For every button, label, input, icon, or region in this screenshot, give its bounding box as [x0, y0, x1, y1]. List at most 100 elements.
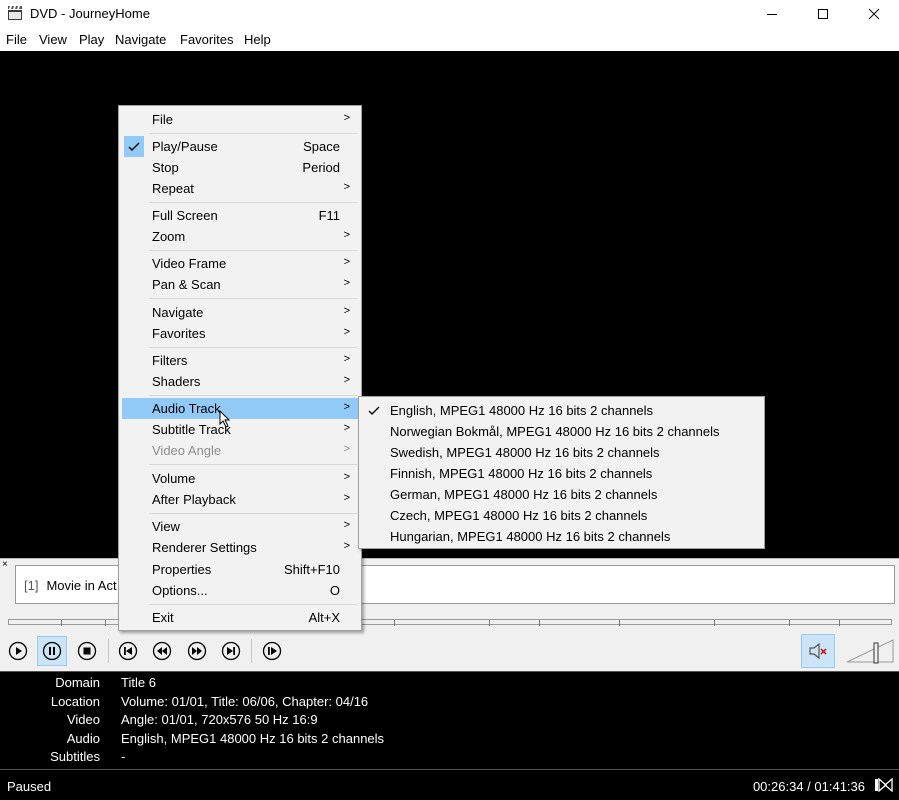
audio-track-label: English, MPEG1 48000 Hz 16 bits 2 channe…	[390, 403, 654, 418]
ctx-volume[interactable]: Volume >	[122, 468, 358, 489]
ctx-separator	[149, 604, 357, 605]
info-label: Subtitles	[50, 749, 100, 764]
ctx-stop[interactable]: Stop Period	[122, 157, 358, 178]
ctx-shortcut: O	[329, 583, 340, 598]
audio-track-hungarian[interactable]: Hungarian, MPEG1 48000 Hz 16 bits 2 chan…	[362, 526, 762, 547]
audio-track-finnish[interactable]: Finnish, MPEG1 48000 Hz 16 bits 2 channe…	[362, 463, 762, 484]
playlist-item-number: [1]	[24, 578, 39, 593]
ctx-label: Volume	[152, 471, 196, 486]
ctx-label: Video Angle	[152, 443, 222, 458]
rewind-icon	[152, 641, 172, 661]
menu-play[interactable]: Play	[79, 32, 104, 47]
playlist-item[interactable]: [1] Movie in Act	[24, 578, 117, 593]
playlist-close-icon[interactable]: ×	[2, 560, 8, 570]
time-display[interactable]: 00:26:34 / 01:41:36	[753, 779, 865, 794]
ctx-play-pause[interactable]: Play/Pause Space	[122, 136, 358, 157]
chevron-right-icon: >	[343, 256, 350, 268]
chevron-right-icon: >	[343, 422, 350, 434]
toolbar-separator	[108, 639, 109, 663]
audio-track-submenu: English, MPEG1 48000 Hz 16 bits 2 channe…	[358, 396, 765, 549]
stop-button[interactable]	[72, 636, 102, 666]
ctx-label: After Playback	[152, 492, 236, 507]
info-row-location: Location Volume: 01/01, Title: 06/06, Ch…	[0, 694, 899, 712]
ctx-label: Navigate	[152, 305, 204, 320]
ctx-properties[interactable]: Properties Shift+F10	[122, 559, 358, 580]
audio-track-czech[interactable]: Czech, MPEG1 48000 Hz 16 bits 2 channels	[362, 505, 762, 526]
close-button[interactable]	[851, 0, 897, 28]
menu-navigate[interactable]: Navigate	[115, 32, 166, 47]
ctx-label: Exit	[152, 610, 174, 625]
skip-back-icon	[118, 641, 138, 661]
ctx-repeat[interactable]: Repeat >	[122, 178, 358, 199]
next-chapter-button[interactable]	[216, 636, 246, 666]
ctx-label: Favorites	[152, 326, 206, 341]
ctx-subtitle-track[interactable]: Subtitle Track >	[122, 419, 358, 440]
ctx-full-screen[interactable]: Full Screen F11	[122, 205, 358, 226]
maximize-button[interactable]	[800, 0, 846, 28]
ctx-navigate[interactable]: Navigate >	[122, 302, 358, 323]
menu-help[interactable]: Help	[244, 32, 271, 47]
info-value: Title 6	[121, 675, 156, 690]
ctx-label: View	[152, 519, 180, 534]
info-label: Domain	[55, 675, 100, 690]
ctx-label: Video Frame	[152, 256, 227, 271]
info-panel: Domain Title 6 Location Volume: 01/01, T…	[0, 671, 899, 769]
chevron-right-icon: >	[343, 353, 350, 365]
audio-track-label: German, MPEG1 48000 Hz 16 bits 2 channel…	[390, 487, 658, 502]
menu-view[interactable]: View	[39, 32, 67, 47]
chevron-right-icon: >	[343, 277, 350, 289]
ctx-label: Stop	[152, 160, 179, 175]
volume-slider[interactable]	[845, 636, 895, 666]
info-value: Volume: 01/01, Title: 06/06, Chapter: 04…	[121, 694, 369, 709]
rewind-button[interactable]	[147, 636, 177, 666]
audio-track-norwegian[interactable]: Norwegian Bokmål, MPEG1 48000 Hz 16 bits…	[362, 421, 762, 442]
pause-button[interactable]	[37, 636, 67, 666]
frame-step-button[interactable]	[257, 636, 287, 666]
chapter-tick	[839, 620, 840, 626]
ctx-pan-scan[interactable]: Pan & Scan >	[122, 274, 358, 295]
ctx-shaders[interactable]: Shaders >	[122, 371, 358, 392]
check-icon	[124, 136, 144, 157]
info-row-audio: Audio English, MPEG1 48000 Hz 16 bits 2 …	[0, 731, 899, 749]
audio-track-swedish[interactable]: Swedish, MPEG1 48000 Hz 16 bits 2 channe…	[362, 442, 762, 463]
mute-button[interactable]	[801, 634, 835, 668]
ctx-label: Properties	[152, 562, 212, 577]
menu-bar: File View Play Navigate Favorites Help	[0, 29, 899, 51]
chapter-tick	[539, 620, 540, 626]
menu-favorites[interactable]: Favorites	[180, 32, 233, 47]
ctx-view[interactable]: View >	[122, 516, 358, 537]
play-button[interactable]	[3, 636, 33, 666]
playback-state: Paused	[7, 779, 52, 794]
fast-forward-button[interactable]	[182, 636, 212, 666]
chevron-right-icon: >	[343, 305, 350, 317]
ctx-renderer-settings[interactable]: Renderer Settings >	[122, 537, 358, 558]
context-menu: File > Play/Pause Space Stop Period Repeat >…	[118, 105, 362, 631]
ctx-label: Shaders	[152, 374, 201, 389]
ctx-options[interactable]: Options... O	[122, 580, 358, 601]
audio-track-label: Hungarian, MPEG1 48000 Hz 16 bits 2 chan…	[390, 529, 671, 544]
ctx-after-playback[interactable]: After Playback >	[122, 489, 358, 510]
info-label: Location	[50, 694, 100, 709]
info-label: Audio	[66, 731, 100, 746]
ctx-zoom[interactable]: Zoom >	[122, 226, 358, 247]
ctx-label: Filters	[152, 353, 188, 368]
previous-chapter-button[interactable]	[113, 636, 143, 666]
audio-track-german[interactable]: German, MPEG1 48000 Hz 16 bits 2 channel…	[362, 484, 762, 505]
ctx-favorites[interactable]: Favorites >	[122, 323, 358, 344]
chapter-tick	[714, 620, 715, 626]
chapter-tick	[105, 620, 106, 626]
menu-file[interactable]: File	[6, 32, 27, 47]
app-clapperboard-icon[interactable]	[7, 5, 23, 21]
chevron-right-icon: >	[343, 112, 350, 124]
info-row-subtitles: Subtitles -	[0, 749, 899, 767]
ctx-separator	[149, 202, 357, 203]
ctx-audio-track[interactable]: Audio Track >	[122, 398, 358, 419]
info-row-domain: Domain Title 6	[0, 675, 899, 693]
minimize-button[interactable]	[749, 0, 795, 28]
window-title: DVD - JourneyHome	[30, 6, 150, 21]
ctx-exit[interactable]: Exit Alt+X	[122, 607, 358, 628]
ctx-file[interactable]: File >	[122, 109, 358, 130]
ctx-filters[interactable]: Filters >	[122, 350, 358, 371]
audio-track-english[interactable]: English, MPEG1 48000 Hz 16 bits 2 channe…	[362, 400, 762, 421]
ctx-video-frame[interactable]: Video Frame >	[122, 253, 358, 274]
